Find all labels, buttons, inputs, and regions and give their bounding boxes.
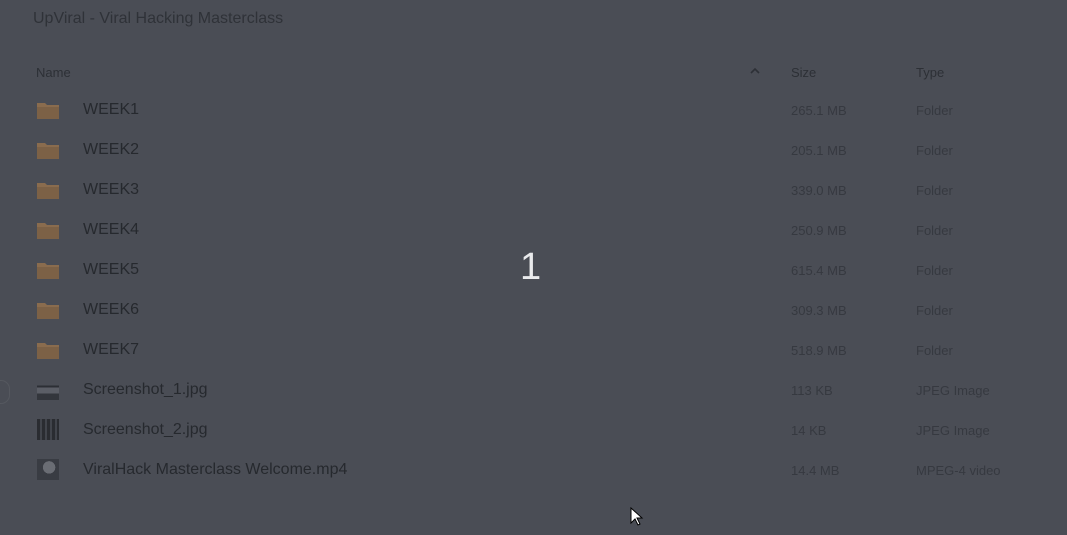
- file-type: Folder: [916, 143, 953, 158]
- file-size: 309.3 MB: [791, 303, 847, 318]
- column-header: Name Size Type: [0, 62, 1067, 84]
- column-name[interactable]: Name: [36, 65, 71, 80]
- folder-icon: [37, 223, 59, 239]
- mouse-cursor-icon: [630, 507, 644, 526]
- file-type: Folder: [916, 343, 953, 358]
- list-item[interactable]: ViralHack Masterclass Welcome.mp4 14.4 M…: [0, 450, 1067, 490]
- file-type: JPEG Image: [916, 383, 990, 398]
- list-item[interactable]: WEEK7 518.9 MB Folder: [0, 330, 1067, 370]
- list-item[interactable]: Screenshot_1.jpg 113 KB JPEG Image: [0, 370, 1067, 410]
- file-size: 265.1 MB: [791, 103, 847, 118]
- folder-icon: [37, 343, 59, 359]
- list-item[interactable]: WEEK1 265.1 MB Folder: [0, 90, 1067, 130]
- file-type: MPEG-4 video: [916, 463, 1001, 478]
- file-type: JPEG Image: [916, 423, 990, 438]
- list-item[interactable]: WEEK3 339.0 MB Folder: [0, 170, 1067, 210]
- file-type: Folder: [916, 103, 953, 118]
- file-size: 518.9 MB: [791, 343, 847, 358]
- file-name: WEEK6: [83, 301, 140, 318]
- file-size: 113 KB: [791, 383, 833, 398]
- folder-icon: [37, 263, 59, 279]
- file-size: 14.4 MB: [791, 463, 840, 478]
- file-name: WEEK4: [83, 221, 140, 238]
- folder-icon: [37, 143, 59, 159]
- file-name: Screenshot_2.jpg: [83, 421, 208, 438]
- file-name: Screenshot_1.jpg: [83, 381, 208, 398]
- file-size: 205.1 MB: [791, 143, 847, 158]
- file-type: Folder: [916, 303, 953, 318]
- list-item[interactable]: WEEK2 205.1 MB Folder: [0, 130, 1067, 170]
- column-type[interactable]: Type: [916, 65, 944, 80]
- file-size: 250.9 MB: [791, 223, 847, 238]
- folder-icon: [37, 183, 59, 199]
- list-item[interactable]: WEEK6 309.3 MB Folder: [0, 290, 1067, 330]
- file-type: Folder: [916, 183, 953, 198]
- file-name: WEEK3: [83, 181, 140, 198]
- overlay-number: 1: [520, 246, 542, 288]
- file-size: 14 KB: [791, 423, 827, 438]
- image-thumbnail: [37, 419, 59, 440]
- file-type: Folder: [916, 263, 953, 278]
- list-item[interactable]: WEEK4 250.9 MB Folder: [0, 210, 1067, 250]
- file-name: ViralHack Masterclass Welcome.mp4: [83, 461, 348, 478]
- file-name: WEEK7: [83, 341, 140, 358]
- file-name: WEEK1: [83, 101, 140, 118]
- file-type: Folder: [916, 223, 953, 238]
- folder-icon: [37, 303, 59, 319]
- file-name: WEEK2: [83, 141, 140, 158]
- column-size[interactable]: Size: [791, 65, 816, 80]
- file-size: 339.0 MB: [791, 183, 847, 198]
- file-name: WEEK5: [83, 261, 140, 278]
- video-thumbnail: [37, 459, 59, 480]
- window-title: UpViral - Viral Hacking Masterclass: [33, 10, 284, 27]
- file-size: 615.4 MB: [791, 263, 847, 278]
- image-thumbnail: [37, 379, 59, 400]
- sort-ascending-icon[interactable]: [749, 64, 761, 78]
- list-item[interactable]: Screenshot_2.jpg 14 KB JPEG Image: [0, 410, 1067, 450]
- folder-icon: [37, 103, 59, 119]
